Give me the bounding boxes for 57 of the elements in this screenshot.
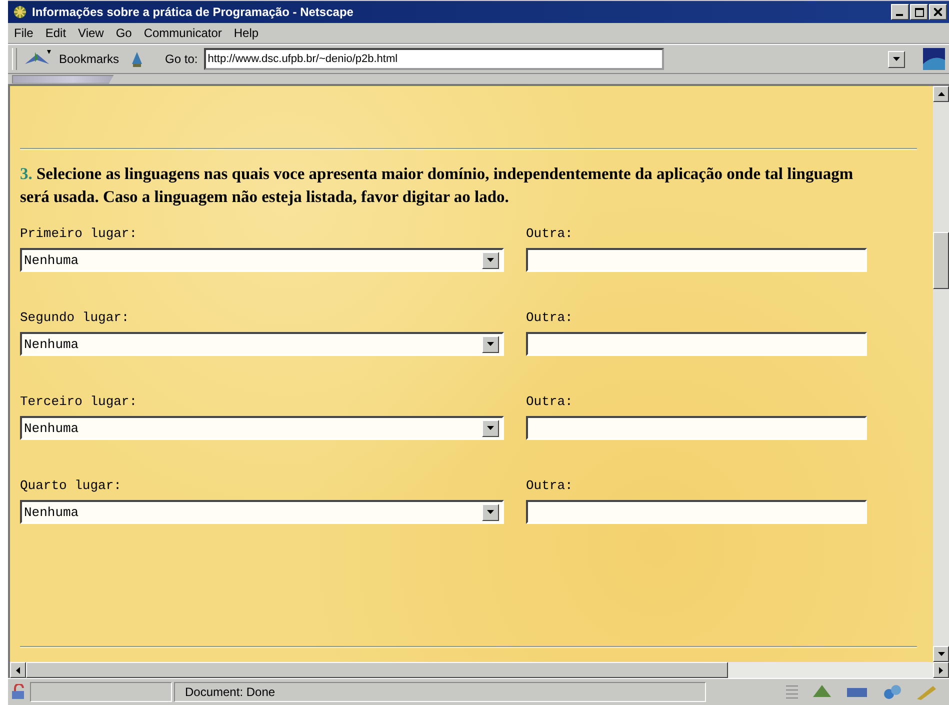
menu-item[interactable]: File <box>14 26 34 40</box>
vertical-scrollbar[interactable] <box>933 86 949 662</box>
up-arrow-icon <box>938 92 944 96</box>
logo-icon <box>923 48 945 70</box>
caret-icon <box>487 342 494 346</box>
caret-icon <box>487 510 494 514</box>
status-text: Document: Done <box>174 682 706 702</box>
horizontal-scrollbar[interactable] <box>8 662 949 678</box>
field-label: Outra: <box>526 394 574 411</box>
url-field[interactable]: http://www.dsc.ufpb.br/~denio/p2b.html <box>204 48 664 70</box>
dropdown-field[interactable]: Nenhuma <box>20 248 504 272</box>
menu-item[interactable]: Help <box>234 26 259 40</box>
scroll-left-button[interactable] <box>10 662 26 678</box>
text-field[interactable] <box>526 248 867 272</box>
field-label: Outra: <box>526 478 574 495</box>
dropdown-field[interactable]: Nenhuma <box>20 416 504 440</box>
dropdown-field[interactable]: Nenhuma <box>20 332 504 356</box>
field-label: Terceiro lugar: <box>20 394 138 411</box>
question-text: 3. Selecione as linguagens nas quais voce apresenta maior domínio, independentemente da aplicação onde tal linguagm será usada. Caso a linguagem não esteja listada, favor digitar ao lado. <box>20 163 854 208</box>
caret-icon <box>893 57 900 61</box>
scroll-down-button[interactable] <box>933 646 949 662</box>
close-icon <box>934 8 942 16</box>
scroll-up-button[interactable] <box>933 86 949 102</box>
scroll-right-button[interactable] <box>933 662 949 678</box>
menu-item[interactable]: Communicator <box>144 26 222 40</box>
menu-item[interactable]: View <box>78 26 104 40</box>
caret-icon <box>487 258 494 262</box>
dropdown-button[interactable] <box>482 336 499 352</box>
left-arrow-icon <box>16 666 20 674</box>
dropdown-button[interactable] <box>888 50 905 68</box>
field-label: Segundo lugar: <box>20 310 130 327</box>
minimize-button[interactable] <box>891 4 909 20</box>
app-icon <box>12 4 28 20</box>
field-label: Outra: <box>526 310 574 327</box>
text-field[interactable] <box>526 332 867 356</box>
dropdown-button[interactable] <box>482 504 499 520</box>
bookmarks-button[interactable]: Bookmarks <box>59 52 120 66</box>
go-to-label: Go to: <box>165 52 198 66</box>
close-button[interactable] <box>929 4 947 20</box>
menu-item[interactable]: Edit <box>45 26 66 40</box>
field-label: Primeiro lugar: <box>20 226 138 243</box>
field-label: Quarto lugar: <box>20 478 122 495</box>
field-label: Outra: <box>526 226 574 243</box>
window-title: Informações sobre a prática de Programação - Netscape <box>32 5 354 19</box>
text-field[interactable] <box>526 416 867 440</box>
maximize-icon <box>914 8 924 16</box>
maximize-button[interactable] <box>910 4 928 20</box>
scroll-thumb[interactable] <box>933 232 949 289</box>
text-field[interactable] <box>526 500 867 524</box>
caret-icon <box>487 426 494 430</box>
dropdown-button[interactable] <box>482 252 499 268</box>
dropdown-field[interactable]: Nenhuma <box>20 500 504 524</box>
menu-item[interactable]: Go <box>116 26 132 40</box>
down-arrow-icon <box>938 652 944 656</box>
right-arrow-icon <box>939 666 943 674</box>
scroll-thumb[interactable] <box>26 662 728 678</box>
dropdown-button[interactable] <box>482 420 499 436</box>
